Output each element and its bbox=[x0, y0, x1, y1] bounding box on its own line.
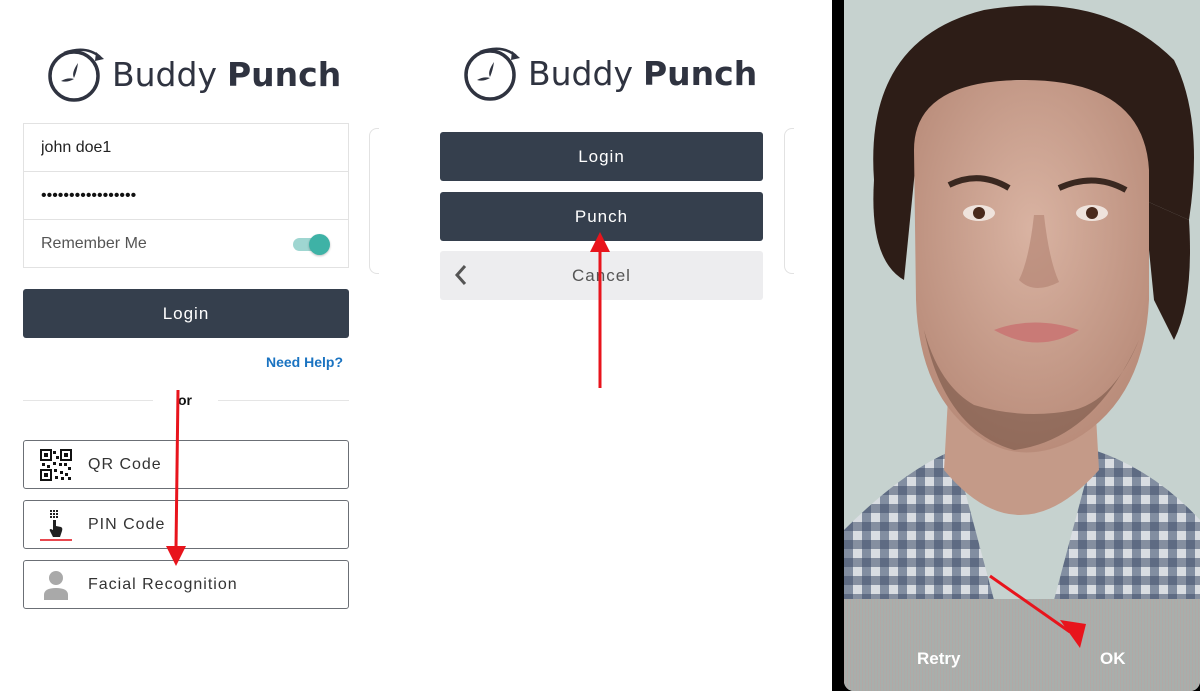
pin-code-button[interactable]: PIN Code bbox=[23, 500, 349, 549]
clock-logo-icon bbox=[48, 48, 104, 102]
captured-face-photo: Retry OK bbox=[844, 0, 1200, 691]
cancel-label: Cancel bbox=[572, 265, 631, 285]
brand-name-bold: Punch bbox=[226, 54, 342, 94]
ok-button[interactable]: OK bbox=[1100, 649, 1126, 669]
remember-me-label: Remember Me bbox=[41, 235, 147, 252]
face-photo-image bbox=[844, 0, 1200, 691]
username-row bbox=[24, 124, 348, 172]
cancel-button[interactable]: Cancel bbox=[440, 251, 763, 300]
adjacent-card-edge bbox=[784, 128, 794, 274]
credentials-form: ••••••••••••••••• Remember Me bbox=[23, 123, 349, 268]
brand-logo: Buddy Punch bbox=[462, 41, 757, 105]
user-silhouette-icon bbox=[24, 570, 88, 600]
toggle-knob bbox=[309, 234, 330, 255]
brand-logo: Buddy Punch bbox=[46, 42, 341, 106]
qr-code-label: QR Code bbox=[88, 455, 162, 473]
brand-name: Buddy Punch bbox=[528, 54, 757, 93]
retry-button[interactable]: Retry bbox=[917, 649, 960, 669]
login-screen: BuddyPunch ••••••••••••••••• Remember Me… bbox=[0, 0, 379, 691]
remember-me-toggle[interactable] bbox=[293, 233, 331, 255]
pin-code-label: PIN Code bbox=[88, 515, 166, 533]
facial-recognition-button[interactable]: Facial Recognition bbox=[23, 560, 349, 609]
qr-code-button[interactable]: QR Code bbox=[23, 440, 349, 489]
camera-action-bar: Retry OK bbox=[844, 599, 1200, 691]
remember-me-row: Remember Me bbox=[24, 220, 348, 268]
action-screen: Buddy Punch Login Punch Cancel bbox=[372, 0, 832, 691]
divider-left bbox=[23, 400, 153, 401]
password-row: ••••••••••••••••• bbox=[24, 172, 348, 220]
login-button[interactable]: Login bbox=[440, 132, 763, 181]
username-input[interactable] bbox=[41, 138, 321, 157]
brand-name-bold: Punch bbox=[642, 53, 758, 93]
need-help-link[interactable]: Need Help? bbox=[266, 354, 343, 370]
facial-recognition-label: Facial Recognition bbox=[88, 575, 238, 593]
camera-screen: Retry OK bbox=[832, 0, 1200, 691]
divider-right bbox=[218, 400, 349, 401]
chevron-left-icon bbox=[454, 265, 467, 285]
pin-touch-icon bbox=[24, 508, 88, 542]
password-input[interactable]: ••••••••••••••••• bbox=[41, 187, 136, 205]
brand-name-light: Buddy bbox=[528, 53, 633, 93]
or-separator: or bbox=[178, 392, 192, 408]
login-button[interactable]: Login bbox=[23, 289, 349, 338]
brand-name-light: Buddy bbox=[112, 54, 217, 94]
qr-code-icon bbox=[24, 448, 88, 481]
brand-name: Buddy Punch bbox=[112, 55, 341, 94]
punch-button[interactable]: Punch bbox=[440, 192, 763, 241]
clock-logo-icon bbox=[464, 47, 520, 101]
